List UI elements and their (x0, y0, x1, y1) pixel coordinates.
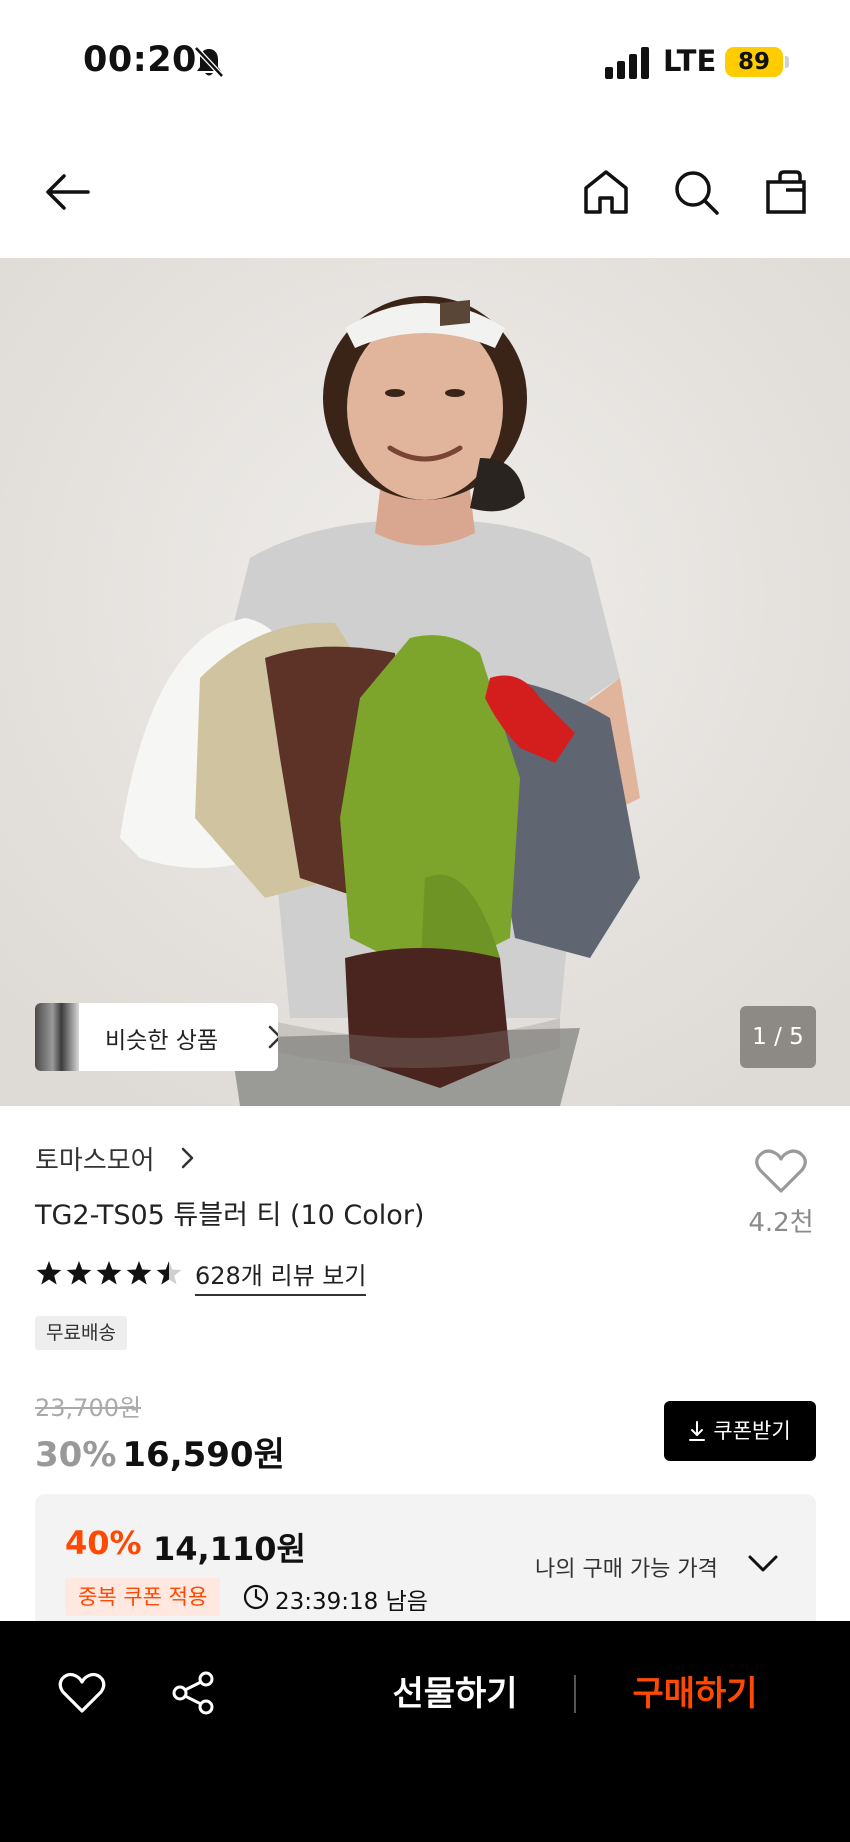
battery-icon: 89 (725, 47, 783, 77)
product-title: TG2-TS05 튜블러 티 (10 Color) (35, 1200, 425, 1231)
review-link[interactable]: 628개 리뷰 보기 (195, 1256, 367, 1296)
like-count: 4.2천 (748, 1208, 814, 1238)
coupon-timer: 23:39:18 남음 (275, 1589, 428, 1615)
like-button[interactable]: 4.2천 (740, 1147, 822, 1239)
product-image[interactable] (0, 258, 850, 1106)
chevron-right-icon (268, 1025, 278, 1049)
signal-icon (605, 47, 649, 79)
rating-stars (36, 1261, 182, 1285)
download-coupon-button[interactable]: 쿠폰받기 (664, 1401, 816, 1461)
star-icon (66, 1261, 92, 1285)
clock-icon (243, 1584, 269, 1610)
download-icon (689, 1421, 706, 1441)
similar-products-label: 비슷한 상품 (105, 1028, 219, 1054)
heart-outline-icon (755, 1149, 807, 1193)
sale-price: 16,590원 (122, 1435, 285, 1475)
divider (574, 1675, 576, 1713)
chevron-right-icon (181, 1147, 194, 1169)
status-time: 00:20 (83, 40, 197, 80)
bottom-action-bar: 선물하기 구매하기 (0, 1621, 850, 1842)
product-photo (0, 258, 850, 1106)
best-price: 14,110원 (153, 1530, 306, 1568)
star-icon (96, 1261, 122, 1285)
download-coupon-label: 쿠폰받기 (713, 1419, 791, 1443)
brand-link[interactable]: 토마스모어 (35, 1140, 194, 1176)
buy-button[interactable]: 구매하기 (610, 1669, 780, 1719)
star-icon (156, 1261, 182, 1285)
heart-icon[interactable] (58, 1671, 106, 1715)
best-discount-percent: 40% (65, 1524, 142, 1562)
back-arrow-icon[interactable] (44, 168, 92, 216)
brand-name: 토마스모어 (35, 1146, 155, 1176)
price-row: 30% 16,590원 (35, 1427, 285, 1475)
best-price-box[interactable]: 40% 14,110원 중복 쿠폰 적용 23:39:18 남음 나의 구매 가… (35, 1494, 816, 1642)
similar-products-button[interactable]: 비슷한 상품 (35, 1003, 278, 1071)
similar-products-thumbnail (35, 1003, 79, 1071)
available-price-label: 나의 구매 가능 가격 (535, 1557, 718, 1582)
shopping-bag-icon[interactable] (762, 168, 810, 216)
star-icon (36, 1261, 62, 1285)
share-icon[interactable] (172, 1671, 216, 1715)
network-type: LTE (663, 44, 717, 78)
home-icon[interactable] (582, 168, 630, 216)
image-page-indicator: 1 / 5 (740, 1006, 816, 1068)
discount-percent: 30% (35, 1435, 117, 1475)
original-price: 23,700원 (35, 1394, 142, 1422)
gift-button[interactable]: 선물하기 (370, 1669, 540, 1719)
bell-off-icon (194, 46, 224, 78)
chevron-down-icon[interactable] (747, 1552, 779, 1576)
status-bar: 00:20 LTE 89 (0, 0, 850, 124)
top-nav-bar (0, 124, 850, 258)
battery-tip (785, 56, 789, 68)
duplicate-coupon-badge: 중복 쿠폰 적용 (65, 1578, 221, 1616)
search-icon[interactable] (672, 168, 720, 216)
free-shipping-badge: 무료배송 (35, 1316, 127, 1350)
star-icon (126, 1261, 152, 1285)
